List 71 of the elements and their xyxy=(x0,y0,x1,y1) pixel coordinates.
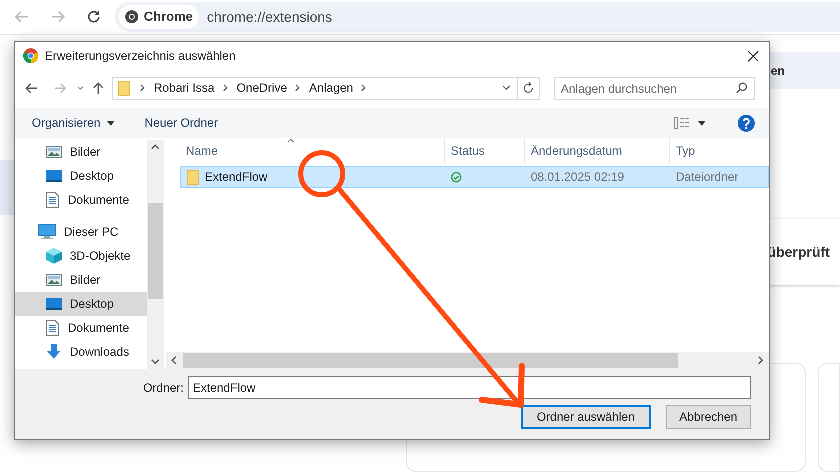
close-icon[interactable] xyxy=(748,50,759,62)
organize-button[interactable]: Organisieren xyxy=(32,114,115,132)
sort-caret-icon xyxy=(287,138,295,143)
up-arrow-icon[interactable] xyxy=(93,82,104,94)
navigation-item[interactable]: Dieser PC xyxy=(15,220,147,244)
modified-date: 08.01.2025 02:19 xyxy=(530,169,626,186)
address-bar[interactable]: Chrome chrome://extensions xyxy=(115,2,840,32)
folder-icon xyxy=(187,170,199,184)
scroll-left-icon[interactable] xyxy=(171,356,177,365)
check-circle-icon xyxy=(451,172,462,182)
dropdown-caret-icon[interactable] xyxy=(502,85,511,91)
scroll-up-icon[interactable] xyxy=(151,144,160,150)
breadcrumb-item[interactable]: Anlagen xyxy=(309,79,354,97)
reload-icon[interactable] xyxy=(87,10,101,24)
column-header[interactable]: Änderungsdatum xyxy=(524,138,669,164)
document-icon xyxy=(46,320,60,336)
navigation-item[interactable]: Dokumente xyxy=(15,188,147,212)
download-arrow-icon xyxy=(46,344,62,360)
picture-icon xyxy=(46,145,62,159)
chrome-logo-icon xyxy=(23,48,39,64)
scroll-down-icon[interactable] xyxy=(151,359,160,365)
chevron-icon xyxy=(295,84,302,92)
chevron-icon xyxy=(222,84,229,92)
scroll-right-icon[interactable] xyxy=(758,356,764,365)
vertical-scrollbar[interactable] xyxy=(147,140,164,369)
new-folder-button[interactable]: Neuer Ordner xyxy=(144,114,218,132)
help-icon[interactable] xyxy=(738,114,755,132)
back-arrow-icon[interactable] xyxy=(25,82,38,94)
site-chip[interactable]: Chrome xyxy=(119,5,200,29)
folder-name-field[interactable]: ExtendFlow xyxy=(188,376,751,399)
folder-label: Ordner: xyxy=(143,380,184,396)
chevron-icon xyxy=(361,84,368,92)
navigation-item[interactable]: Bilder xyxy=(15,268,147,292)
scrollbar-thumb[interactable] xyxy=(183,353,678,368)
file-type: Dateiordner xyxy=(675,169,739,186)
cube-icon xyxy=(46,248,62,264)
dialog-button[interactable]: Abbrechen xyxy=(666,405,751,429)
desktop-icon xyxy=(46,169,62,183)
scrollbar-thumb[interactable] xyxy=(148,203,163,299)
search-field[interactable]: Anlagen durchsuchen xyxy=(554,77,755,100)
file-row[interactable]: ExtendFlow 08.01.2025 02:19 Dateiordner xyxy=(180,166,769,188)
chrome-logo-icon xyxy=(125,10,139,24)
picture-icon xyxy=(46,273,62,287)
dropdown-caret-icon xyxy=(106,120,115,126)
computer-icon xyxy=(38,224,56,240)
navigation-item[interactable]: 3D-Objekte xyxy=(15,244,147,268)
refresh-icon[interactable] xyxy=(523,82,534,94)
document-icon xyxy=(46,192,60,208)
url-text: chrome://extensions xyxy=(207,8,332,26)
folder-icon xyxy=(118,80,130,96)
column-header[interactable]: Name xyxy=(184,138,444,164)
file-name: ExtendFlow xyxy=(205,169,268,186)
breadcrumb-item[interactable]: OneDrive xyxy=(236,79,288,97)
navigation-item[interactable]: Dokumente xyxy=(15,316,147,340)
path-field[interactable]: Robari Issa OneDrive Anlagen xyxy=(112,76,540,100)
navigation-item[interactable]: Desktop xyxy=(15,292,147,316)
sidebar-item-background xyxy=(0,160,14,215)
navigation-item[interactable]: Downloads xyxy=(15,340,147,364)
dropdown-caret-icon[interactable] xyxy=(698,120,706,126)
search-icon xyxy=(736,82,748,94)
column-header[interactable]: Status xyxy=(444,138,524,164)
view-options-icon[interactable] xyxy=(674,117,690,129)
navigation-item[interactable]: Bilder xyxy=(15,140,147,164)
horizontal-scrollbar[interactable] xyxy=(166,352,769,369)
desktop-icon xyxy=(46,297,62,311)
chevron-icon xyxy=(140,84,146,92)
dialog-title: Erweiterungsverzeichnis auswählen xyxy=(45,48,236,65)
dialog-button[interactable]: Ordner auswählen xyxy=(520,405,651,429)
navigation-item[interactable]: Desktop xyxy=(15,164,147,188)
breadcrumb-item[interactable]: Robari Issa xyxy=(154,79,215,97)
column-header[interactable]: Typ xyxy=(669,138,769,164)
